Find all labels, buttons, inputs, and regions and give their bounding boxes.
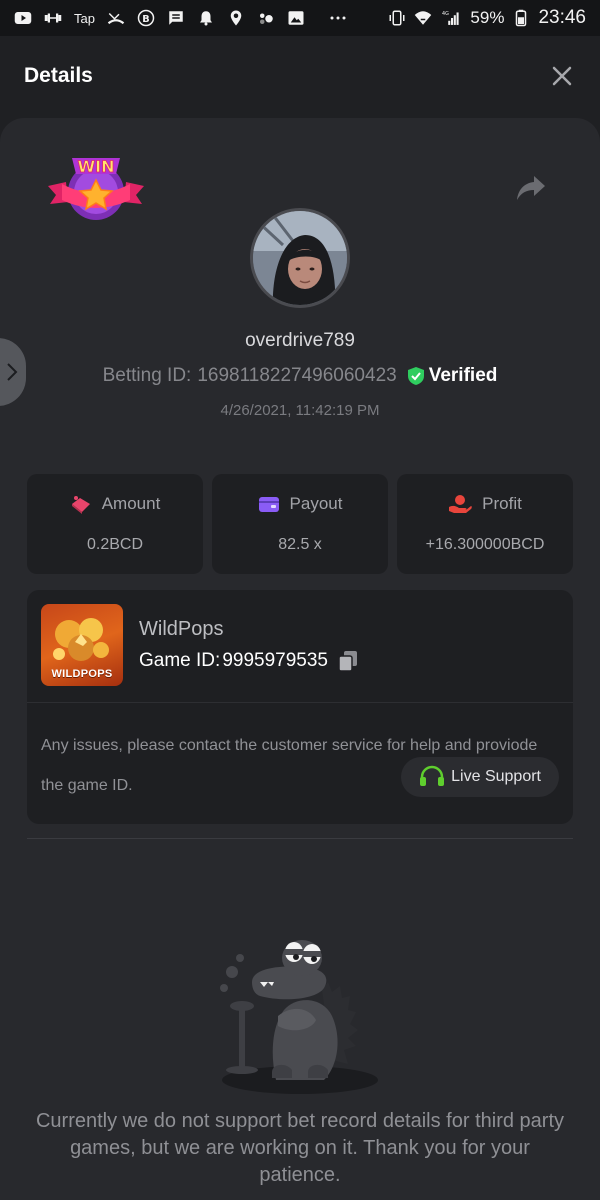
vibrate-icon bbox=[388, 10, 406, 26]
header: Details bbox=[0, 36, 600, 116]
youtube-icon bbox=[14, 10, 32, 26]
live-support-label: Live Support bbox=[451, 768, 541, 785]
stat-profit-value: +16.300000BCD bbox=[425, 536, 545, 553]
message-icon bbox=[167, 10, 185, 26]
shield-check-icon bbox=[407, 367, 424, 385]
status-bar-left: Tap B bbox=[14, 9, 347, 27]
game-id-value: 9995979535 bbox=[222, 650, 328, 671]
stat-amount-value: 0.2BCD bbox=[86, 536, 144, 553]
stat-profit-label: Profit bbox=[482, 494, 522, 513]
bitcoin-icon: B bbox=[137, 9, 155, 27]
live-support-button[interactable]: Live Support bbox=[401, 757, 559, 797]
stat-profit: Profit +16.300000BCD bbox=[397, 474, 573, 574]
wallet-icon bbox=[258, 497, 279, 512]
win-badge-text: WIN bbox=[78, 157, 115, 176]
avatar-photo bbox=[253, 211, 347, 305]
share-arrow-icon bbox=[517, 176, 545, 200]
game-id-label: Game ID: bbox=[139, 650, 221, 671]
avatar bbox=[250, 208, 350, 308]
game-thumbnail[interactable]: WILDPOPS bbox=[41, 604, 123, 686]
battery-percent: 59% bbox=[470, 8, 505, 27]
page-title: Details bbox=[24, 64, 93, 87]
bell-icon bbox=[197, 10, 215, 26]
copy-icon bbox=[338, 651, 357, 672]
status-bar-right: 4G 59% 23:46 bbox=[388, 7, 586, 29]
verified-label: Verified bbox=[428, 365, 498, 386]
game-name: WildPops bbox=[139, 618, 224, 640]
detail-card: WIN overdrive789 Betting ID: 16981182274… bbox=[0, 118, 600, 1200]
section-divider bbox=[27, 838, 573, 839]
more-icon bbox=[329, 10, 347, 26]
stat-amount-header: Amount bbox=[70, 494, 161, 514]
stat-profit-header: Profit bbox=[448, 494, 522, 514]
game-info-box: WILDPOPS WildPops Game ID: 9995979535 An… bbox=[27, 590, 573, 824]
signal-icon: 4G bbox=[440, 10, 462, 26]
stat-amount: Amount 0.2BCD bbox=[27, 474, 203, 574]
status-bar: Tap B 4G 59% 23:46 bbox=[0, 0, 600, 36]
share-button[interactable] bbox=[516, 174, 546, 202]
crocodile-mascot-icon bbox=[220, 940, 378, 1094]
wifi-icon bbox=[414, 10, 432, 26]
win-badge-icon: WIN bbox=[48, 157, 144, 220]
svg-text:4G: 4G bbox=[442, 11, 449, 17]
battery-icon bbox=[512, 9, 530, 27]
username: overdrive789 bbox=[245, 330, 355, 351]
profit-hand-icon bbox=[449, 495, 472, 513]
clock: 23:46 bbox=[538, 7, 586, 28]
image-icon bbox=[287, 10, 305, 26]
dots-icon bbox=[257, 10, 275, 26]
stat-payout-label: Payout bbox=[289, 494, 343, 513]
game-id-row: Game ID: 9995979535 bbox=[139, 650, 358, 672]
stat-payout-header: Payout bbox=[258, 494, 343, 514]
close-button[interactable] bbox=[548, 62, 576, 90]
stat-amount-label: Amount bbox=[101, 494, 161, 513]
headset-icon bbox=[420, 765, 445, 786]
tap-icon: Tap bbox=[74, 10, 95, 26]
missed-call-icon bbox=[107, 10, 125, 26]
third-party-notice: Currently we do not support bet record d… bbox=[35, 1110, 565, 1186]
dumbbell-icon bbox=[44, 10, 62, 26]
close-icon bbox=[552, 66, 572, 86]
stat-payout: Payout 82.5 x bbox=[212, 474, 388, 574]
svg-text:B: B bbox=[142, 14, 149, 25]
game-thumbnail-label: WILDPOPS bbox=[51, 668, 113, 680]
stat-payout-value: 82.5 x bbox=[278, 536, 322, 553]
amount-icon bbox=[71, 496, 90, 514]
verified-badge: Verified bbox=[407, 365, 498, 387]
game-box-divider bbox=[27, 702, 573, 703]
copy-game-id-button[interactable] bbox=[338, 650, 358, 672]
betting-id-value: 1698118227496060423 bbox=[197, 365, 397, 386]
stats-row: Amount 0.2BCD Payout 82.5 x Profit +16.3… bbox=[27, 474, 573, 574]
betting-id-row: Betting ID: 1698118227496060423 Verified bbox=[0, 365, 600, 387]
betting-id-label: Betting ID: bbox=[102, 365, 192, 386]
location-icon bbox=[227, 10, 245, 26]
bet-datetime: 4/26/2021, 11:42:19 PM bbox=[220, 402, 380, 419]
